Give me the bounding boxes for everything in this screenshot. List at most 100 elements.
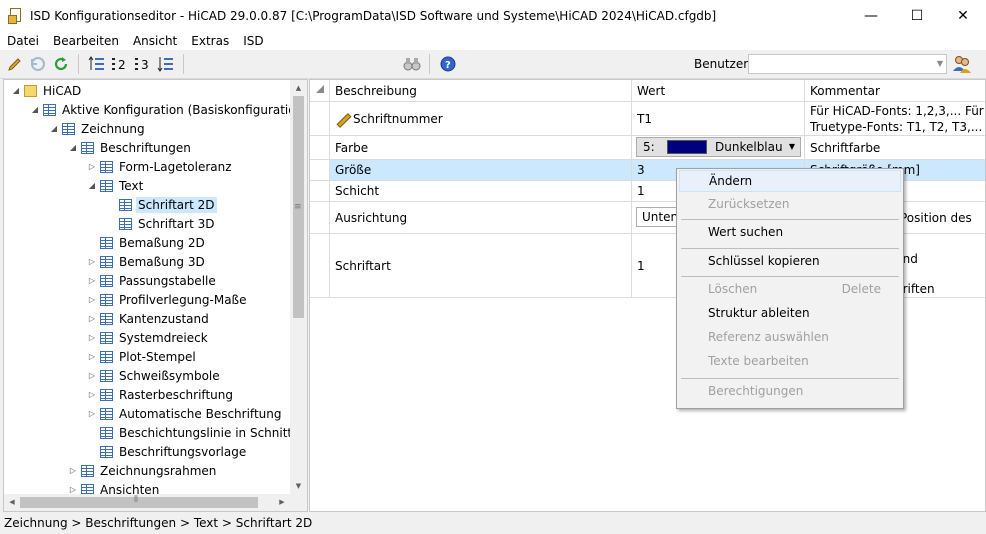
level-3-icon[interactable]: 3 [132,53,154,75]
menu-datei[interactable]: Datei [0,34,46,48]
scroll-thumb[interactable] [20,497,258,508]
expand-icon[interactable]: ▷ [86,257,98,266]
menu-item-aendern[interactable]: Ändern [679,170,901,192]
menu-item-texte-bearbeiten[interactable]: Texte bearbeiten [679,350,901,372]
tree-item[interactable]: ▷ Passungstabelle [86,271,218,290]
help-icon[interactable]: ? [437,53,459,75]
toolbar: 2 3 ? Benutzer ▼ [0,50,986,79]
expand-icon[interactable]: ▷ [86,352,98,361]
menu-item-shortcut: Delete [841,282,881,296]
status-bar: Zeichnung > Beschriftungen > Text > Schr… [0,512,986,534]
close-button[interactable]: ✕ [940,0,986,32]
tree-item[interactable]: ▷ Schweißsymbole [86,366,222,385]
tree-item[interactable]: ◢ Aktive Konfiguration (Basiskonfiguratio… [29,100,308,119]
svg-text:3: 3 [141,58,149,72]
tree-item[interactable]: ▷ Zeichnungsrahmen [67,461,218,480]
collapse-icon[interactable]: ◢ [48,124,60,133]
scroll-up-icon[interactable]: ▲ [290,80,307,96]
table-row[interactable]: Schriftnummer T1 Für HiCAD-Fonts: 1,2,3,… [310,102,985,136]
menu-item-wert-suchen[interactable]: Wert suchen [679,221,901,243]
column-header-wert[interactable]: Wert [632,80,805,101]
tree-item[interactable]: ▷ Kantenzustand [86,309,211,328]
menu-item-loeschen[interactable]: Löschen Delete [679,278,901,300]
menu-isd[interactable]: ISD [236,34,270,48]
expand-icon[interactable]: ▷ [86,333,98,342]
refresh-icon[interactable] [50,53,72,75]
table-row[interactable]: Farbe Schriftfarbe 5: Dunkelblau ▼ [310,136,985,160]
tree-item[interactable]: ▷ Rasterbeschriftung [86,385,235,404]
menu-item-struktur-ableiten[interactable]: Struktur ableiten [679,302,901,324]
expand-icon[interactable]: ▷ [86,276,98,285]
collapse-icon[interactable]: ◢ [86,181,98,190]
config-tree[interactable]: ◢ HiCAD ◢ Aktive Konfiguration (Basiskonfig… [3,79,308,512]
tree-item[interactable]: Beschichtungslinie in Schnittansi [86,423,307,442]
tree-item[interactable]: Schriftart 3D [105,214,217,233]
menu-extras[interactable]: Extras [184,34,236,48]
color-select[interactable]: 5: Dunkelblau ▼ [636,137,801,157]
tree-item-label: Aktive Konfiguration (Basiskonfiguration… [62,102,308,117]
menu-item-schluessel-kopieren[interactable]: Schlüssel kopieren [679,250,901,272]
undo-icon[interactable] [27,53,49,75]
tree-item[interactable]: ◢ Text [86,176,145,195]
maximize-button[interactable]: ☐ [894,0,940,32]
users-icon[interactable] [952,54,972,74]
pencil-icon [335,112,349,126]
menu-item-referenz-auswaehlen[interactable]: Referenz auswählen [679,326,901,348]
row-header[interactable] [310,202,330,233]
tree-item[interactable]: ◢ Zeichnung [48,119,147,138]
tree-item[interactable]: Schriftart 2D [105,195,217,214]
expand-icon[interactable]: ▷ [86,162,98,171]
expand-icon[interactable]: ▷ [67,485,79,494]
row-header[interactable] [310,160,330,180]
tree-item-label: Zeichnungsrahmen [100,463,217,478]
table-icon [119,217,132,230]
tree-item[interactable]: ▷ Automatische Beschriftung [86,404,283,423]
edit-pencil-icon[interactable] [4,53,26,75]
tree-horizontal-scrollbar[interactable]: ◀ ⦀ ▶ [4,494,290,511]
menu-item-berechtigungen[interactable]: Berechtigungen [679,380,901,402]
chevron-down-icon: ▼ [788,142,795,151]
menu-item-zuruecksetzen[interactable]: Zurücksetzen [679,193,901,215]
binoculars-icon[interactable] [401,53,423,75]
tree-item[interactable]: ◢ Beschriftungen [67,138,193,157]
collapse-icon[interactable]: ◢ [10,86,22,95]
expand-icon[interactable]: ▷ [86,371,98,380]
minimize-button[interactable]: — [848,0,894,32]
expand-icon[interactable]: ▷ [86,295,98,304]
cell-wert[interactable]: T1 [632,102,805,135]
tree-item-label: Beschriftungen [100,140,191,155]
row-header[interactable] [310,181,330,201]
table-icon [100,350,113,363]
expand-icon[interactable]: ▷ [86,409,98,418]
scroll-right-icon[interactable]: ▶ [274,494,290,511]
scroll-left-icon[interactable]: ◀ [4,494,20,511]
collapse-icon[interactable]: ◢ [29,105,41,114]
tree-item[interactable]: Bemaßung 2D [86,233,207,252]
row-header[interactable] [310,102,330,135]
tree-item[interactable]: ▷ Profilverlegung-Maße [86,290,249,309]
user-select[interactable]: ▼ [748,54,947,74]
table-icon [100,255,113,268]
tree-vertical-scrollbar[interactable]: ▲ ≡ ▼ [290,80,307,494]
expand-icon[interactable]: ▷ [67,466,79,475]
grid-corner[interactable] [310,80,330,101]
collapse-icon[interactable]: ◢ [67,143,79,152]
column-header-kommentar[interactable]: Kommentar [805,80,985,101]
scroll-down-icon[interactable]: ▼ [290,478,307,494]
level-2-icon[interactable]: 2 [109,53,131,75]
column-header-beschreibung[interactable]: Beschreibung [330,80,632,101]
tree-item[interactable]: ▷ Plot-Stempel [86,347,198,366]
tree-item[interactable]: Beschriftungsvorlage [86,442,248,461]
row-header[interactable] [310,136,330,159]
sort-ascending-icon[interactable] [86,53,108,75]
expand-icon[interactable]: ▷ [86,314,98,323]
row-header[interactable] [310,234,330,297]
tree-item[interactable]: ▷ Form-Lagetoleranz [86,157,234,176]
tree-item[interactable]: ▷ Bemaßung 3D [86,252,207,271]
menu-ansicht[interactable]: Ansicht [126,34,184,48]
expand-icon[interactable]: ▷ [86,390,98,399]
tree-item[interactable]: ◢ HiCAD [10,81,83,100]
menu-bearbeiten[interactable]: Bearbeiten [46,34,126,48]
tree-item[interactable]: ▷ Systemdreieck [86,328,210,347]
expand-all-icon[interactable] [155,53,177,75]
